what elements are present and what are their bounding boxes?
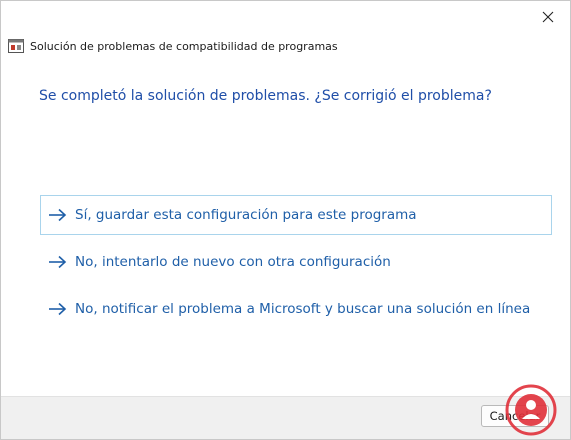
troubleshooting-question: Se completó la solución de problemas. ¿S… (39, 88, 492, 104)
option-label: No, notificar el problema a Microsoft y … (75, 301, 531, 317)
arrow-right-icon (48, 302, 68, 316)
dialog-footer: Cancelar (1, 384, 570, 439)
arrow-right-icon (48, 255, 68, 269)
option-try-again[interactable]: No, intentarlo de nuevo con otra configu… (40, 242, 552, 282)
options-list: Sí, guardar esta configuración para este… (40, 195, 552, 336)
arrow-right-icon (48, 208, 68, 222)
option-label: No, intentarlo de nuevo con otra configu… (75, 254, 391, 270)
watermark-logo-icon (505, 384, 557, 436)
window-title-bar: Solución de problemas de compatibilidad … (8, 38, 338, 54)
dialog-window: Solución de problemas de compatibilidad … (0, 0, 571, 440)
option-label: Sí, guardar esta configuración para este… (75, 207, 417, 223)
option-save-settings[interactable]: Sí, guardar esta configuración para este… (40, 195, 552, 235)
option-report-to-microsoft[interactable]: No, notificar el problema a Microsoft y … (40, 289, 552, 329)
close-button[interactable] (532, 5, 564, 29)
window-title: Solución de problemas de compatibilidad … (30, 39, 338, 53)
close-icon (542, 11, 554, 23)
compatibility-troubleshooter-icon (8, 39, 24, 53)
